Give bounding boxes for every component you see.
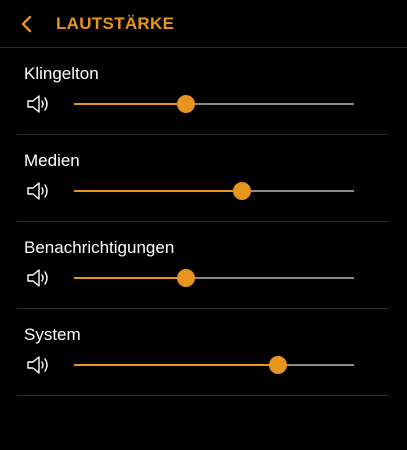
slider-fill — [74, 277, 186, 279]
volume-slider-ringtone[interactable] — [74, 93, 354, 115]
page-title: LAUTSTÄRKE — [56, 14, 175, 33]
volume-section-media: Medien — [17, 135, 389, 222]
slider-fill — [74, 190, 242, 192]
volume-section-ringtone: Klingelton — [17, 48, 389, 135]
chevron-left-icon — [21, 15, 32, 33]
back-button[interactable] — [14, 10, 40, 38]
slider-fill — [74, 364, 279, 366]
volume-slider-notifications[interactable] — [74, 267, 354, 289]
section-label: Medien — [24, 151, 80, 170]
slider-fill — [74, 103, 186, 105]
slider-thumb[interactable] — [177, 95, 195, 113]
volume-section-notifications: Benachrichtigungen — [17, 222, 389, 309]
speaker-icon[interactable] — [26, 354, 52, 376]
speaker-icon[interactable] — [26, 180, 52, 202]
section-label: Benachrichtigungen — [24, 238, 175, 257]
section-label: System — [24, 325, 81, 344]
volume-section-system: System — [17, 309, 389, 396]
section-label: Klingelton — [24, 64, 99, 83]
speaker-icon[interactable] — [26, 93, 52, 115]
volume-slider-system[interactable] — [74, 354, 354, 376]
slider-thumb[interactable] — [177, 269, 195, 287]
slider-thumb[interactable] — [233, 182, 251, 200]
speaker-icon[interactable] — [26, 267, 52, 289]
app-header: LAUTSTÄRKE — [0, 0, 407, 48]
slider-thumb[interactable] — [269, 356, 288, 374]
volume-slider-media[interactable] — [74, 180, 354, 202]
